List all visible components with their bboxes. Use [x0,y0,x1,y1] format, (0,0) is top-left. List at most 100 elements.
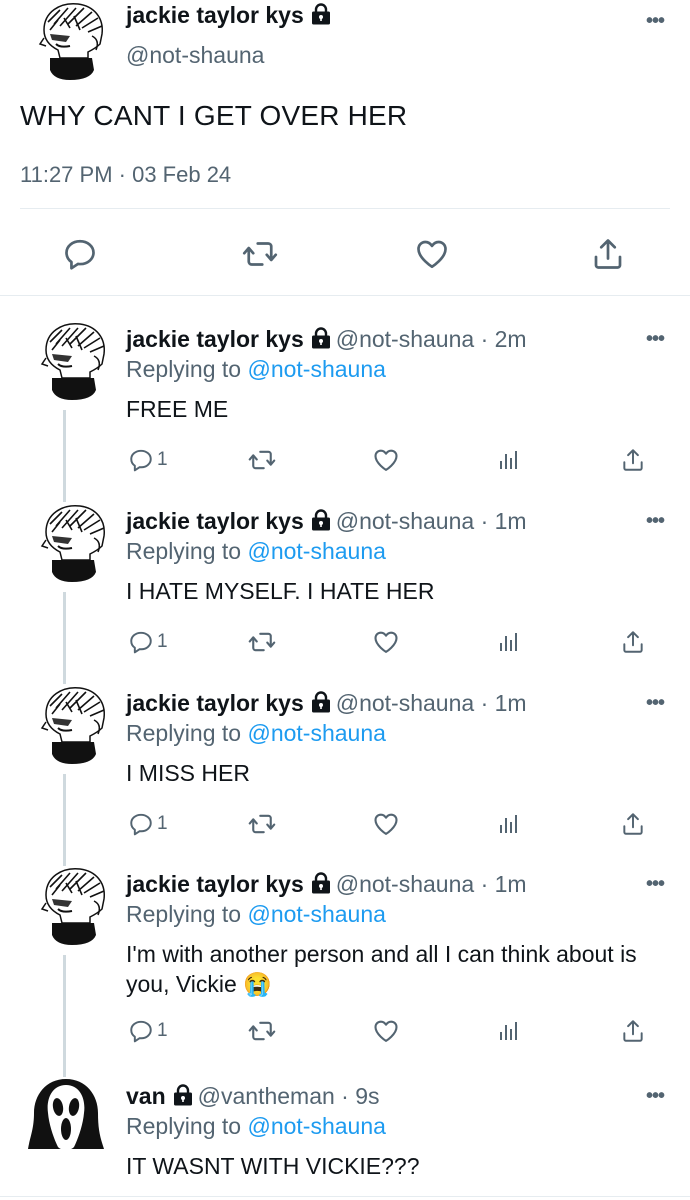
retweet-button[interactable] [248,626,276,658]
avatar[interactable] [26,1073,106,1153]
tweet-header: jackie taylor kys @not-shauna · 1m [126,871,527,898]
handle-time[interactable]: @not-shauna · 2m [336,326,527,352]
heart-icon [372,1017,400,1045]
share-icon [620,629,646,655]
more-icon[interactable]: ••• [646,510,665,533]
display-name[interactable]: jackie taylor kys [126,508,304,534]
display-name[interactable]: jackie taylor kys [126,690,304,716]
share-button[interactable] [620,444,646,476]
analytics-button[interactable] [496,444,520,476]
display-name[interactable]: jackie taylor kys [126,871,304,897]
reply-tweet[interactable]: jackie taylor kys @not-shauna · 2m ••• Re… [0,326,690,502]
reply-button[interactable]: 1 [128,444,168,476]
reply-tweet[interactable]: jackie taylor kys @not-shauna · 1m ••• Re… [0,508,690,684]
tweet-text: FREE ME [126,396,229,422]
analytics-icon [496,448,520,472]
display-name[interactable]: van [126,1083,166,1109]
like-button[interactable] [372,444,400,476]
share-button[interactable] [620,1015,646,1047]
share-icon [620,447,646,473]
display-name[interactable]: jackie taylor kys [126,2,336,29]
replying-to: Replying to @not-shauna [126,356,386,383]
display-name-text[interactable]: jackie taylor kys [126,2,304,28]
lock-icon [310,872,332,894]
lock-icon [310,3,332,25]
analytics-icon [496,1019,520,1043]
share-icon [620,1018,646,1044]
mention-link[interactable]: @not-shauna [247,720,385,746]
display-name[interactable]: jackie taylor kys [126,326,304,352]
mention-link[interactable]: @not-shauna [247,901,385,927]
reply-tweet[interactable]: jackie taylor kys @not-shauna · 1m ••• Re… [0,690,690,866]
replying-label: Replying to [126,901,248,927]
more-icon[interactable]: ••• [646,10,665,33]
reply-icon [128,1018,154,1044]
more-icon[interactable]: ••• [646,692,665,715]
like-button[interactable] [372,808,400,840]
retweet-icon[interactable] [242,236,278,272]
handle-time[interactable]: @vantheman · 9s [198,1083,380,1109]
lock-icon [310,509,332,531]
analytics-button[interactable] [496,626,520,658]
reply-tweet[interactable]: van @vantheman · 9s ••• Replying to @not-… [0,1083,690,1196]
timestamp[interactable]: 11:27 PM · 03 Feb 24 [20,162,231,188]
divider [0,1196,690,1197]
main-tweet: jackie taylor kys @not-shauna ••• WHY CA… [0,0,690,296]
share-button[interactable] [620,626,646,658]
retweet-icon [248,810,276,838]
reply-icon[interactable] [62,236,98,272]
replying-label: Replying to [126,356,248,382]
handle-time[interactable]: @not-shauna · 1m [336,690,527,716]
replying-to: Replying to @not-shauna [126,720,386,747]
retweet-icon [248,446,276,474]
handle-time[interactable]: @not-shauna · 1m [336,871,527,897]
heart-icon[interactable] [414,236,450,272]
analytics-button[interactable] [496,1015,520,1047]
tweet-header: jackie taylor kys @not-shauna · 1m [126,508,527,535]
avatar[interactable] [30,0,110,80]
share-icon[interactable] [590,236,626,272]
reply-count: 1 [157,813,168,834]
reply-count: 1 [157,631,168,652]
replying-to: Replying to @not-shauna [126,1113,386,1140]
mention-link[interactable]: @not-shauna [247,538,385,564]
retweet-button[interactable] [248,808,276,840]
avatar[interactable] [32,684,112,764]
thread-line [63,592,66,684]
mention-link[interactable]: @not-shauna [247,356,385,382]
mention-link[interactable]: @not-shauna [247,1113,385,1139]
replying-label: Replying to [126,538,248,564]
more-icon[interactable]: ••• [646,328,665,351]
handle[interactable]: @not-shauna [126,42,264,69]
avatar[interactable] [32,320,112,400]
avatar[interactable] [32,865,112,945]
share-button[interactable] [620,808,646,840]
tweet-text: IT WASNT WITH VICKIE??? [126,1153,420,1179]
heart-icon [372,810,400,838]
retweet-button[interactable] [248,444,276,476]
tweet-header: jackie taylor kys @not-shauna · 2m [126,326,527,353]
retweet-button[interactable] [248,1015,276,1047]
like-button[interactable] [372,1015,400,1047]
replying-label: Replying to [126,1113,248,1139]
reply-button[interactable]: 1 [128,626,168,658]
reply-tweet[interactable]: jackie taylor kys @not-shauna · 1m ••• Re… [0,871,690,1077]
tweet-text: I MISS HER [126,760,250,786]
like-button[interactable] [372,626,400,658]
reply-button[interactable]: 1 [128,808,168,840]
reply-button[interactable]: 1 [128,1015,168,1047]
more-icon[interactable]: ••• [646,1085,665,1108]
reply-icon [128,447,154,473]
avatar[interactable] [32,502,112,582]
heart-icon [372,628,400,656]
tweet-header: jackie taylor kys @not-shauna · 1m [126,690,527,717]
analytics-button[interactable] [496,808,520,840]
replying-to: Replying to @not-shauna [126,538,386,565]
more-icon[interactable]: ••• [646,873,665,896]
replying-label: Replying to [126,720,248,746]
handle-time[interactable]: @not-shauna · 1m [336,508,527,534]
thread-line [63,774,66,866]
analytics-icon [496,812,520,836]
share-icon [620,811,646,837]
action-bar: 1 [126,444,656,476]
